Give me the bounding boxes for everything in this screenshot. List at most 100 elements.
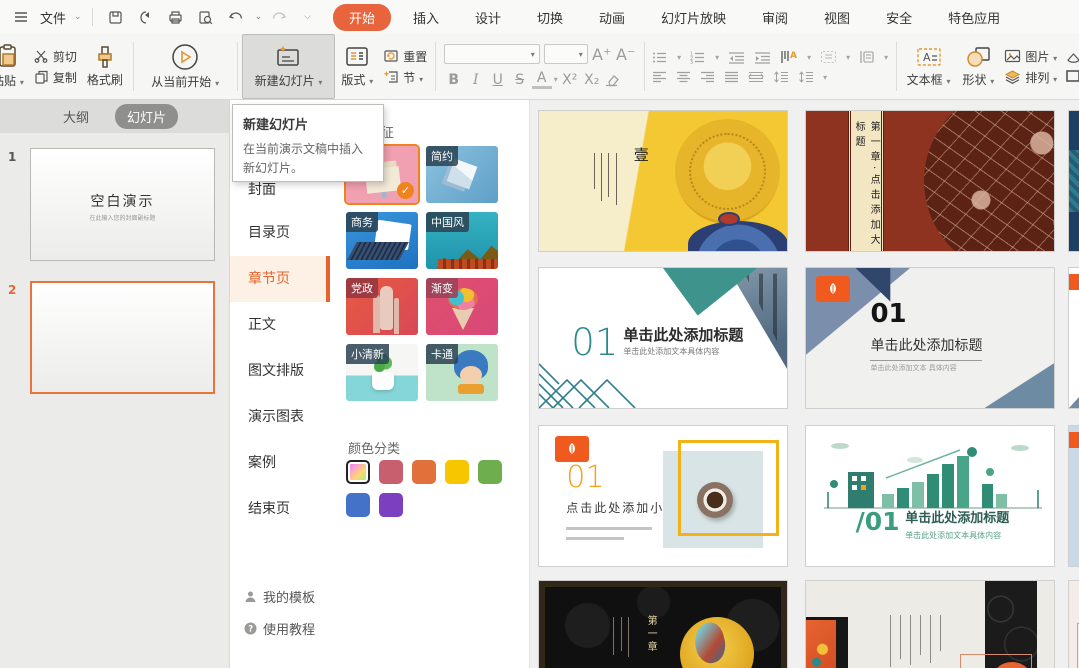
template-partial-navy[interactable] (1068, 110, 1079, 252)
line-spacing-icon[interactable] (798, 71, 814, 83)
tab-review[interactable]: 审阅 (744, 4, 806, 31)
paste-button[interactable]: 粘贴 ▾ (0, 34, 30, 99)
print-icon[interactable] (163, 5, 189, 29)
shapes-button[interactable]: 形状 ▾ (956, 34, 1000, 99)
decrease-indent-icon[interactable] (728, 51, 745, 64)
line-spacing-up-icon[interactable] (773, 71, 789, 83)
arrange-dropdown-icon[interactable]: ▾ (1053, 75, 1057, 84)
color-swatch-blue[interactable] (346, 493, 370, 517)
text-placeholder-icon[interactable] (820, 50, 837, 64)
align-left-icon[interactable] (652, 71, 667, 83)
new-slide-dropdown-icon[interactable]: ▾ (318, 78, 322, 87)
my-templates-link[interactable]: 我的模板 (230, 587, 330, 606)
cut-button[interactable]: 剪切 (34, 48, 77, 65)
picture-button[interactable]: 图片 ▾ (1004, 48, 1057, 65)
section-button[interactable]: 节 ▾ (383, 69, 427, 86)
category-body[interactable]: 正文 (230, 302, 330, 348)
shrink-font-button[interactable]: A⁻ (616, 45, 636, 64)
color-swatch-purple[interactable] (379, 493, 403, 517)
category-cases[interactable]: 案例 (230, 440, 330, 486)
strikethrough-button[interactable]: S (510, 72, 530, 88)
template-chinese-yellow[interactable]: 壹 (538, 110, 788, 252)
copy-button[interactable]: 复制 (34, 69, 77, 86)
tab-special-apps[interactable]: 特色应用 (930, 4, 1018, 31)
toolbar-options-chevron-icon[interactable]: ⌵ (304, 12, 311, 22)
arrange-button[interactable]: 排列 ▾ (1004, 69, 1057, 86)
export-icon[interactable] (133, 5, 159, 29)
tab-slideshow[interactable]: 幻灯片放映 (643, 4, 744, 31)
italic-button[interactable]: I (466, 72, 486, 88)
file-menu-chevron-icon[interactable]: ⌄ (74, 12, 82, 22)
tab-view[interactable]: 视图 (806, 4, 868, 31)
font-name-select[interactable]: ▾ (444, 44, 540, 64)
paste-dropdown-icon[interactable]: ▾ (20, 78, 24, 87)
from-current-dropdown-icon[interactable]: ▾ (215, 79, 219, 88)
file-menu[interactable]: 文件 (38, 8, 68, 27)
textbox-button[interactable]: A 文本框 ▾ (901, 34, 957, 99)
category-image-text[interactable]: 图文排版 (230, 348, 330, 394)
section-dropdown-icon[interactable]: ▾ (419, 75, 423, 84)
layout-dropdown-icon[interactable]: ▾ (369, 77, 373, 86)
category-charts[interactable]: 演示图表 (230, 394, 330, 440)
text-direction-icon[interactable]: A (780, 50, 798, 64)
layout-button[interactable]: 版式 ▾ (335, 34, 379, 99)
template-coffee-01[interactable]: 01 点击此处添加小标题 (538, 425, 788, 567)
shapes-dropdown-icon[interactable]: ▾ (990, 77, 994, 86)
tutorial-link[interactable]: ? 使用教程 (230, 619, 330, 638)
align-right-icon[interactable] (700, 71, 715, 83)
tab-outline-view[interactable]: 大纲 (51, 104, 101, 129)
format-painter-button[interactable]: 格式刷 (81, 34, 129, 99)
superscript-button[interactable]: X² (560, 72, 580, 88)
template-chinese-red[interactable]: 第一章·点击添加大标题 (805, 110, 1055, 252)
textbox-dropdown-icon[interactable]: ▾ (946, 77, 950, 86)
underline-button[interactable]: U (488, 72, 508, 88)
subscript-button[interactable]: X₂ (582, 72, 602, 88)
undo-chevron-icon[interactable]: ⌄ (255, 12, 263, 22)
category-toc[interactable]: 目录页 (230, 210, 330, 256)
category-ending[interactable]: 结束页 (230, 486, 330, 532)
tab-insert[interactable]: 插入 (395, 4, 457, 31)
color-swatch-orange[interactable] (412, 460, 436, 484)
template-teal-01[interactable]: 01 单击此处添加标题 单击此处添加文本具体内容 (538, 267, 788, 409)
template-slate-01[interactable]: 01 单击此处添加标题 单击此处添加文本 具体内容 (805, 267, 1055, 409)
hamburger-menu-icon[interactable] (8, 5, 34, 29)
slide-1-thumbnail[interactable]: 空白演示 在此输入您的封面副标题 (30, 148, 215, 261)
grow-font-button[interactable]: A⁺ (592, 45, 612, 64)
distribute-icon[interactable] (748, 71, 764, 83)
template-green-01[interactable]: /01 单击此处添加标题 单击此处添加文本具体内容 (805, 425, 1055, 567)
template-partial-blue[interactable] (1068, 425, 1079, 567)
style-chinese[interactable]: 中国风 (426, 212, 498, 269)
undo-icon[interactable] (223, 5, 249, 29)
style-party[interactable]: 党政 (346, 278, 418, 335)
color-swatch-green[interactable] (478, 460, 502, 484)
category-chapter[interactable]: 章节页 (230, 256, 330, 302)
color-swatch-rainbow[interactable] (346, 460, 370, 484)
align-text-icon[interactable] (859, 50, 875, 64)
style-cartoon[interactable]: 卡通 (426, 344, 498, 401)
template-partial-pink[interactable] (1068, 580, 1079, 668)
tab-security[interactable]: 安全 (868, 4, 930, 31)
bold-button[interactable]: B (444, 72, 464, 88)
tab-transition[interactable]: 切换 (519, 4, 581, 31)
template-partial-white[interactable] (1068, 267, 1079, 409)
template-black-gold[interactable]: 第一章 (538, 580, 788, 668)
slide-2-thumbnail[interactable] (30, 281, 215, 394)
clear-format-icon[interactable] (604, 73, 620, 87)
play-from-current-button[interactable]: 从当前开始 ▾ (137, 34, 233, 99)
save-icon[interactable] (103, 5, 129, 29)
style-gradient[interactable]: 渐变 (426, 278, 498, 335)
tab-slides-view[interactable]: 幻灯片 (115, 104, 178, 129)
tab-animation[interactable]: 动画 (581, 4, 643, 31)
style-fresh[interactable]: 小清新 (346, 344, 418, 401)
outline-button[interactable] (1065, 69, 1075, 83)
color-swatch-yellow[interactable] (445, 460, 469, 484)
style-simple[interactable]: 简约 (426, 146, 498, 203)
reset-button[interactable]: 重置 (383, 48, 427, 65)
font-size-select[interactable]: ▾ (544, 44, 588, 64)
increase-indent-icon[interactable] (754, 51, 771, 64)
style-business[interactable]: 商务 (346, 212, 418, 269)
template-light-pattern[interactable] (805, 580, 1055, 668)
fill-button[interactable] (1065, 51, 1075, 65)
bullet-list-icon[interactable] (652, 51, 668, 64)
color-swatch-red[interactable] (379, 460, 403, 484)
